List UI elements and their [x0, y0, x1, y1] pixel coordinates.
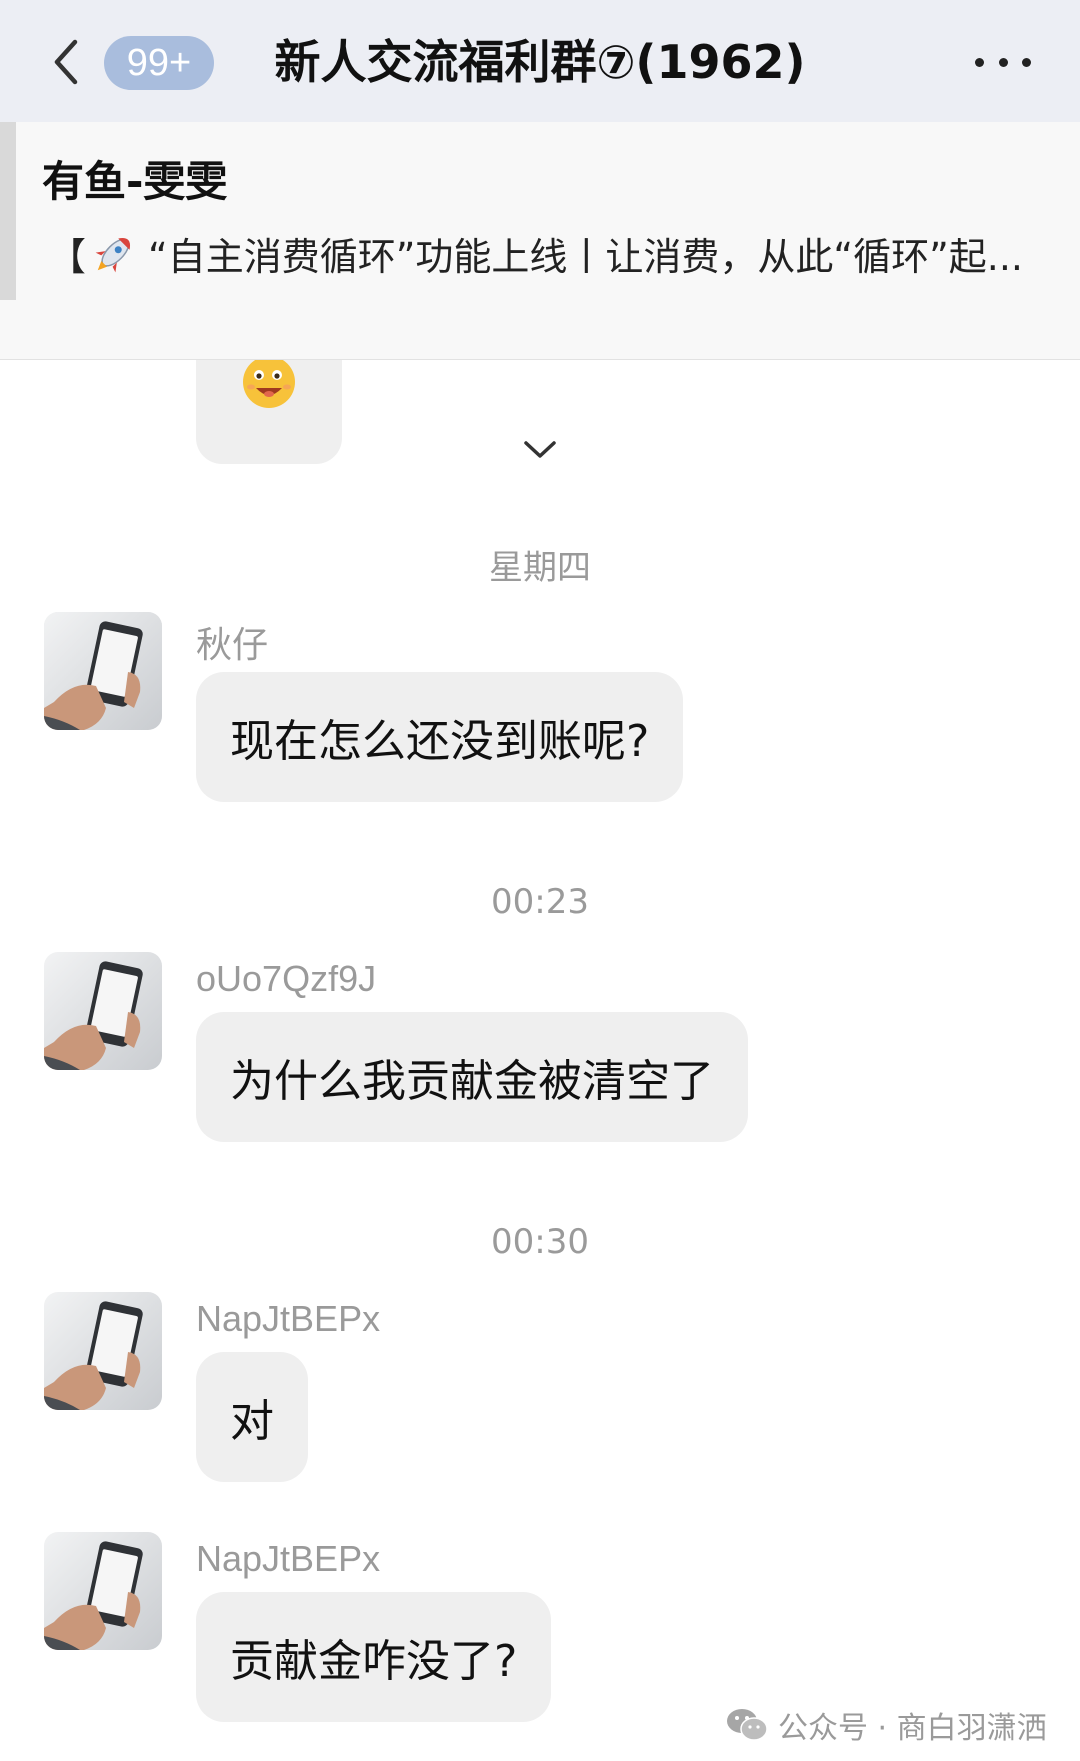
avatar[interactable] [44, 952, 162, 1070]
time-separator: 00:30 [491, 1222, 589, 1262]
time-separator: 星期四 [489, 548, 591, 588]
pinned-message-preview: 【 “自主消费循环”功能上线丨让消费，从此“循环”起... [48, 226, 1038, 281]
avatar[interactable] [44, 1292, 162, 1410]
message-sender-name: 秋仔 [196, 624, 269, 665]
message-sender-name: oUo7Qzf9J [196, 958, 377, 999]
watermark: 公众号 · 商白羽潇洒 [726, 1700, 1047, 1750]
message-bubble[interactable]: 对 [196, 1352, 308, 1482]
more-options-button[interactable] [975, 50, 1031, 74]
watermark-text: 公众号 · 商白羽潇洒 [778, 1711, 1047, 1746]
smiley-emoji-icon [243, 360, 295, 408]
chat-screen: 99+ 新人交流福利群⑦(1962) 有鱼-雯雯 【 “自主消费循环”功能上线丨… [0, 0, 1080, 1761]
phone-in-hand-avatar [44, 1532, 162, 1650]
message-bubble[interactable]: 贡献金咋没了? [196, 1592, 552, 1722]
chat-header: 99+ 新人交流福利群⑦(1962) [0, 0, 1080, 122]
avatar[interactable] [44, 1532, 162, 1650]
avatar[interactable] [44, 612, 162, 730]
wechat-icon [727, 1709, 768, 1741]
message-bubble[interactable]: 为什么我贡献金被清空了 [196, 1012, 748, 1142]
emoji-message-bubble[interactable] [196, 360, 342, 464]
pinned-text: “自主消费循环”功能上线丨让消费，从此“循环”起... [148, 235, 1024, 279]
more-dots-icon [975, 57, 984, 67]
chevron-left-icon [54, 39, 78, 85]
message-sender-name: NapJtBEPx [196, 1538, 381, 1579]
pinned-announcement[interactable]: 有鱼-雯雯 【 “自主消费循环”功能上线丨让消费，从此“循环”起... [0, 122, 1080, 458]
phone-in-hand-avatar [44, 952, 162, 1070]
phone-in-hand-avatar [44, 612, 162, 730]
rocket-icon [95, 237, 131, 272]
pinned-text-prefix: 【 [48, 235, 87, 279]
chevron-down-icon[interactable] [522, 438, 558, 462]
pinned-sender: 有鱼-雯雯 [42, 157, 228, 206]
phone-in-hand-avatar [44, 1292, 162, 1410]
unread-count-badge[interactable]: 99+ [104, 36, 214, 90]
message-sender-name: NapJtBEPx [196, 1298, 381, 1339]
time-separator: 00:23 [491, 882, 589, 922]
back-button[interactable] [46, 38, 86, 86]
message-bubble[interactable]: 现在怎么还没到账呢? [196, 672, 684, 802]
pinned-indicator-bar [0, 122, 16, 300]
chat-title: 新人交流福利群⑦(1962) [274, 35, 806, 89]
